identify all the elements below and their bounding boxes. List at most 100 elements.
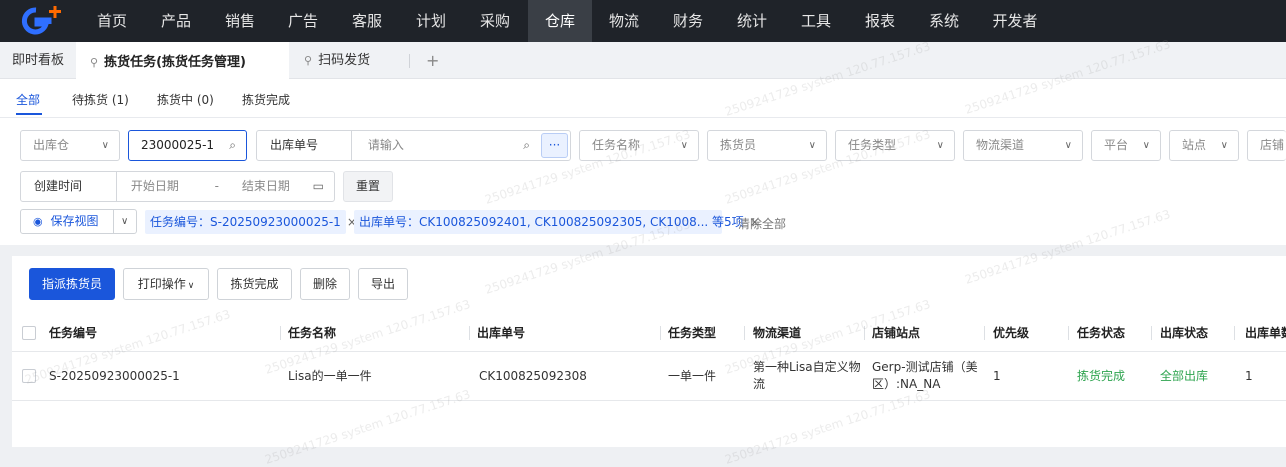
row-checkbox[interactable] xyxy=(22,369,36,383)
search-icon: ⌕ xyxy=(229,138,236,152)
search-icon: ⌕ xyxy=(523,138,530,152)
cell-priority: 1 xyxy=(993,369,1001,383)
more-options-button[interactable]: ··· xyxy=(541,133,568,158)
outbound-no-search[interactable]: 出库单号 请输入 ⌕ xyxy=(256,130,571,161)
tab-dashboard[interactable]: 即时看板 xyxy=(12,42,74,79)
tab-scan-ship[interactable]: ⚲ 扫码发货 xyxy=(304,42,404,79)
col-divider xyxy=(1234,326,1235,340)
task-type-placeholder: 任务类型 xyxy=(848,138,897,152)
col-divider xyxy=(1151,326,1152,340)
col-store-site[interactable]: 店铺站点 xyxy=(872,314,920,352)
site-placeholder: 站点 xyxy=(1182,138,1207,152)
col-logistics[interactable]: 物流渠道 xyxy=(753,314,801,352)
subtab-pending[interactable]: 待拣货 (1) xyxy=(72,91,129,108)
print-actions-button[interactable]: 打印操作 ∨ xyxy=(123,268,209,300)
site-select[interactable]: 站点 ∨ xyxy=(1169,130,1239,161)
nav-logistics[interactable]: 物流 xyxy=(594,0,654,42)
tab-picking-task[interactable]: ⚲ 拣货任务(拣货任务管理) xyxy=(76,42,289,79)
add-tab-icon[interactable]: + xyxy=(426,42,440,79)
platform-select[interactable]: 平台 ∨ xyxy=(1091,130,1161,161)
nav-reports[interactable]: 报表 xyxy=(850,0,910,42)
col-divider xyxy=(280,326,281,340)
nav-finance[interactable]: 财务 xyxy=(658,0,718,42)
cell-outbound-no[interactable]: CK100825092308 xyxy=(479,368,587,385)
nav-ads[interactable]: 广告 xyxy=(273,0,333,42)
picking-complete-button[interactable]: 拣货完成 xyxy=(217,268,292,300)
start-date-placeholder: 开始日期 xyxy=(130,179,179,193)
col-task-name[interactable]: 任务名称 xyxy=(288,314,336,352)
col-divider xyxy=(660,326,661,340)
table-row[interactable]: S-20250923000025-1 Lisa的一单一件 CK100825092… xyxy=(12,352,1286,401)
print-actions-label: 打印操作 xyxy=(137,277,186,291)
col-divider xyxy=(864,326,865,340)
table-panel: 指派拣货员 打印操作 ∨ 拣货完成 删除 导出 任务编号 任务名称 出库单号 任务… xyxy=(12,256,1286,447)
filter-chip-outbound-label: 出库单号：CK100825092401, CK100825092305, CK1… xyxy=(359,215,744,229)
cell-task-name: Lisa的一单一件 xyxy=(288,369,372,383)
tab-divider xyxy=(409,54,410,68)
task-name-select[interactable]: 任务名称 ∨ xyxy=(579,130,699,161)
eye-icon: ◉ xyxy=(33,215,43,228)
outbound-no-placeholder: 请输入 xyxy=(367,138,404,152)
reset-button[interactable]: 重置 xyxy=(343,171,393,202)
tab-picking-task-label: 拣货任务(拣货任务管理) xyxy=(104,55,246,70)
subtab-done[interactable]: 拣货完成 xyxy=(242,91,290,108)
chevron-down-icon: ∨ xyxy=(680,140,688,151)
created-time-label: 创建时间 xyxy=(21,172,117,201)
col-divider xyxy=(1068,326,1069,340)
nav-purchase[interactable]: 采购 xyxy=(465,0,525,42)
subtab-all[interactable]: 全部 xyxy=(16,91,40,108)
col-task-status[interactable]: 任务状态 xyxy=(1077,314,1125,352)
nav-system[interactable]: 系统 xyxy=(914,0,974,42)
col-task-type[interactable]: 任务类型 xyxy=(668,314,716,352)
task-type-select[interactable]: 任务类型 ∨ xyxy=(835,130,955,161)
platform-placeholder: 平台 xyxy=(1104,138,1129,152)
cell-task-type: 一单一件 xyxy=(668,369,717,383)
filter-chip-task-no-label: 任务编号：S-20250923000025-1 xyxy=(150,215,341,229)
task-name-placeholder: 任务名称 xyxy=(592,138,641,152)
export-button[interactable]: 导出 xyxy=(358,268,408,300)
col-divider xyxy=(744,326,745,340)
clear-all-link[interactable]: 清除全部 xyxy=(738,215,786,232)
chevron-down-icon: ∨ xyxy=(187,281,195,291)
nav-service[interactable]: 客服 xyxy=(337,0,397,42)
nav-home[interactable]: 首页 xyxy=(82,0,142,42)
date-separator: - xyxy=(214,179,220,193)
select-all-checkbox[interactable] xyxy=(22,326,36,340)
nav-plan[interactable]: 计划 xyxy=(401,0,461,42)
filter-chip-outbound[interactable]: 出库单号：CK100825092401, CK100825092305, CK1… xyxy=(354,210,760,234)
col-outbound-no[interactable]: 出库单号 xyxy=(477,314,525,352)
chevron-down-icon: ∨ xyxy=(936,140,944,151)
end-date-placeholder: 结束日期 xyxy=(241,179,290,193)
chevron-down-icon: ∨ xyxy=(1142,140,1150,151)
logistics-select[interactable]: 物流渠道 ∨ xyxy=(963,130,1083,161)
chevron-down-icon: ∨ xyxy=(101,140,109,151)
nav-tools[interactable]: 工具 xyxy=(786,0,846,42)
picker-select[interactable]: 拣货员 ∨ xyxy=(707,130,827,161)
save-view-button[interactable]: ◉ 保存视图 ∨ xyxy=(20,209,137,234)
assign-picker-button[interactable]: 指派拣货员 xyxy=(29,268,115,300)
col-out-count[interactable]: 出库单数 xyxy=(1245,314,1286,352)
task-no-value: 23000025-1 xyxy=(141,138,215,152)
col-priority[interactable]: 优先级 xyxy=(993,314,1029,352)
nav-developer[interactable]: 开发者 xyxy=(978,0,1052,42)
nav-sales[interactable]: 销售 xyxy=(210,0,270,42)
divider xyxy=(113,210,114,233)
cell-task-no: S-20250923000025-1 xyxy=(49,369,180,383)
nav-warehouse[interactable]: 仓库 xyxy=(528,0,592,42)
save-view-label: 保存视图 xyxy=(50,214,99,228)
created-time-range[interactable]: 创建时间 开始日期 - 结束日期 ▭ xyxy=(20,171,335,202)
col-task-no[interactable]: 任务编号 xyxy=(49,314,97,352)
filter-chip-task-no[interactable]: 任务编号：S-20250923000025-1 × xyxy=(145,210,357,234)
store-select[interactable]: 店铺 xyxy=(1247,130,1286,161)
warehouse-select[interactable]: 出库仓 ∨ xyxy=(20,130,120,161)
app-logo[interactable] xyxy=(16,6,66,36)
task-no-search-input[interactable]: 23000025-1 ⌕ xyxy=(128,130,247,161)
top-navigation: 首页 产品 销售 广告 客服 计划 采购 仓库 物流 财务 统计 工具 报表 系… xyxy=(0,0,1286,42)
nav-stats[interactable]: 统计 xyxy=(722,0,782,42)
cell-out-status: 全部出库 xyxy=(1160,369,1209,383)
cell-task-status: 拣货完成 xyxy=(1077,369,1126,383)
nav-product[interactable]: 产品 xyxy=(146,0,206,42)
subtab-picking[interactable]: 拣货中 (0) xyxy=(157,91,214,108)
delete-button[interactable]: 删除 xyxy=(300,268,350,300)
col-out-status[interactable]: 出库状态 xyxy=(1160,314,1208,352)
